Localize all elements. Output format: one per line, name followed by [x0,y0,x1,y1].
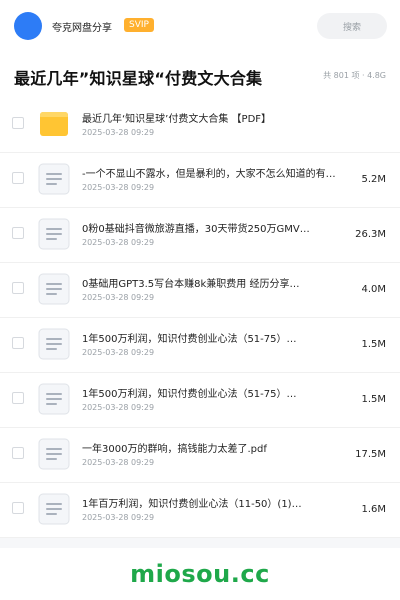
list-item[interactable]: 1年百万利润，知识付费创业心法（11-50）(1)… 2025-03-28 09:… [0,483,400,538]
file-name: 1年百万利润，知识付费创业心法（11-50）(1)… [82,499,302,510]
folder-meta: 共 801 项 · 4.8G [323,71,386,80]
file-list: 最近几年‘知识星球’付费文大合集 【PDF】 2025-03-28 09:29 -一… [0,98,400,538]
folder-title-bar: 最近几年”知识星球“付费文大合集 共 801 项 · 4.8G [0,52,400,99]
app-name: 夸克网盘分享 [52,23,112,34]
list-item[interactable]: 0基础用GPT3.5写台本赚8k兼职费用 经历分享… 2025-03-28 09:… [0,263,400,318]
document-icon [38,273,70,305]
list-item[interactable]: -一个不显山不露水，但是暴利的，大家不怎么知道的有… 2025-03-28 09:… [0,153,400,208]
checkbox[interactable] [12,502,24,514]
list-item[interactable]: 1年500万利润，知识付费创业心法（51-75）… 2025-03-28 09:2… [0,373,400,428]
folder-icon [38,108,70,140]
search-placeholder: 搜索 [342,22,361,33]
checkbox[interactable] [12,282,24,294]
file-size: 26.3M [355,229,386,240]
list-item[interactable]: 0粉0基础抖音微旅游直播，30天带货250万GMV… 2025-03-28 09:… [0,208,400,263]
file-date: 2025-03-28 09:29 [82,183,155,192]
document-icon [38,438,70,470]
document-icon [38,493,70,525]
file-date: 2025-03-28 09:29 [82,238,155,247]
file-name: -一个不显山不露水，但是暴利的，大家不怎么知道的有… [82,169,336,180]
avatar[interactable] [14,12,42,40]
file-size: 4.0M [361,284,386,295]
file-size: 5.2M [361,174,386,185]
file-name: 0基础用GPT3.5写台本赚8k兼职费用 经历分享… [82,279,300,290]
checkbox[interactable] [12,172,24,184]
footer: miosou.cc [0,548,400,600]
file-size: 1.5M [361,339,386,350]
page-title: 最近几年”知识星球“付费文大合集 [14,69,263,88]
file-date: 2025-03-28 09:29 [82,293,155,302]
checkbox[interactable] [12,447,24,459]
file-name: 1年500万利润，知识付费创业心法（51-75）… [82,334,297,345]
file-date: 2025-03-28 09:29 [82,458,155,467]
checkbox[interactable] [12,337,24,349]
file-name: 1年500万利润，知识付费创业心法（51-75）… [82,389,297,400]
checkbox[interactable] [12,392,24,404]
share-page: 夸克网盘分享 SVIP 搜索 最近几年”知识星球“付费文大合集 共 801 项 … [0,0,400,600]
document-icon [38,218,70,250]
file-size: 17.5M [355,449,386,460]
brand-watermark: miosou.cc [130,560,270,588]
file-date: 2025-03-28 09:29 [82,348,155,357]
file-name: 最近几年‘知识星球’付费文大合集 【PDF】 [82,114,272,125]
document-icon [38,328,70,360]
checkbox[interactable] [12,227,24,239]
svip-badge: SVIP [124,18,154,32]
list-item[interactable]: 一年3000万的群响，搞钱能力太差了.pdf 2025-03-28 09:29 17… [0,428,400,483]
search-input[interactable]: 搜索 [317,13,387,39]
file-size: 1.5M [361,394,386,405]
list-item[interactable]: 最近几年‘知识星球’付费文大合集 【PDF】 2025-03-28 09:29 [0,98,400,153]
file-date: 2025-03-28 09:29 [82,128,155,137]
checkbox[interactable] [12,117,24,129]
list-item[interactable]: 1年500万利润，知识付费创业心法（51-75）… 2025-03-28 09:2… [0,318,400,373]
document-icon [38,163,70,195]
file-date: 2025-03-28 09:29 [82,403,155,412]
file-date: 2025-03-28 09:29 [82,513,155,522]
file-name: 一年3000万的群响，搞钱能力太差了.pdf [82,444,267,455]
file-name: 0粉0基础抖音微旅游直播，30天带货250万GMV… [82,224,310,235]
document-icon [38,383,70,415]
file-size: 1.6M [361,504,386,515]
top-header: 夸克网盘分享 SVIP 搜索 [0,0,400,53]
